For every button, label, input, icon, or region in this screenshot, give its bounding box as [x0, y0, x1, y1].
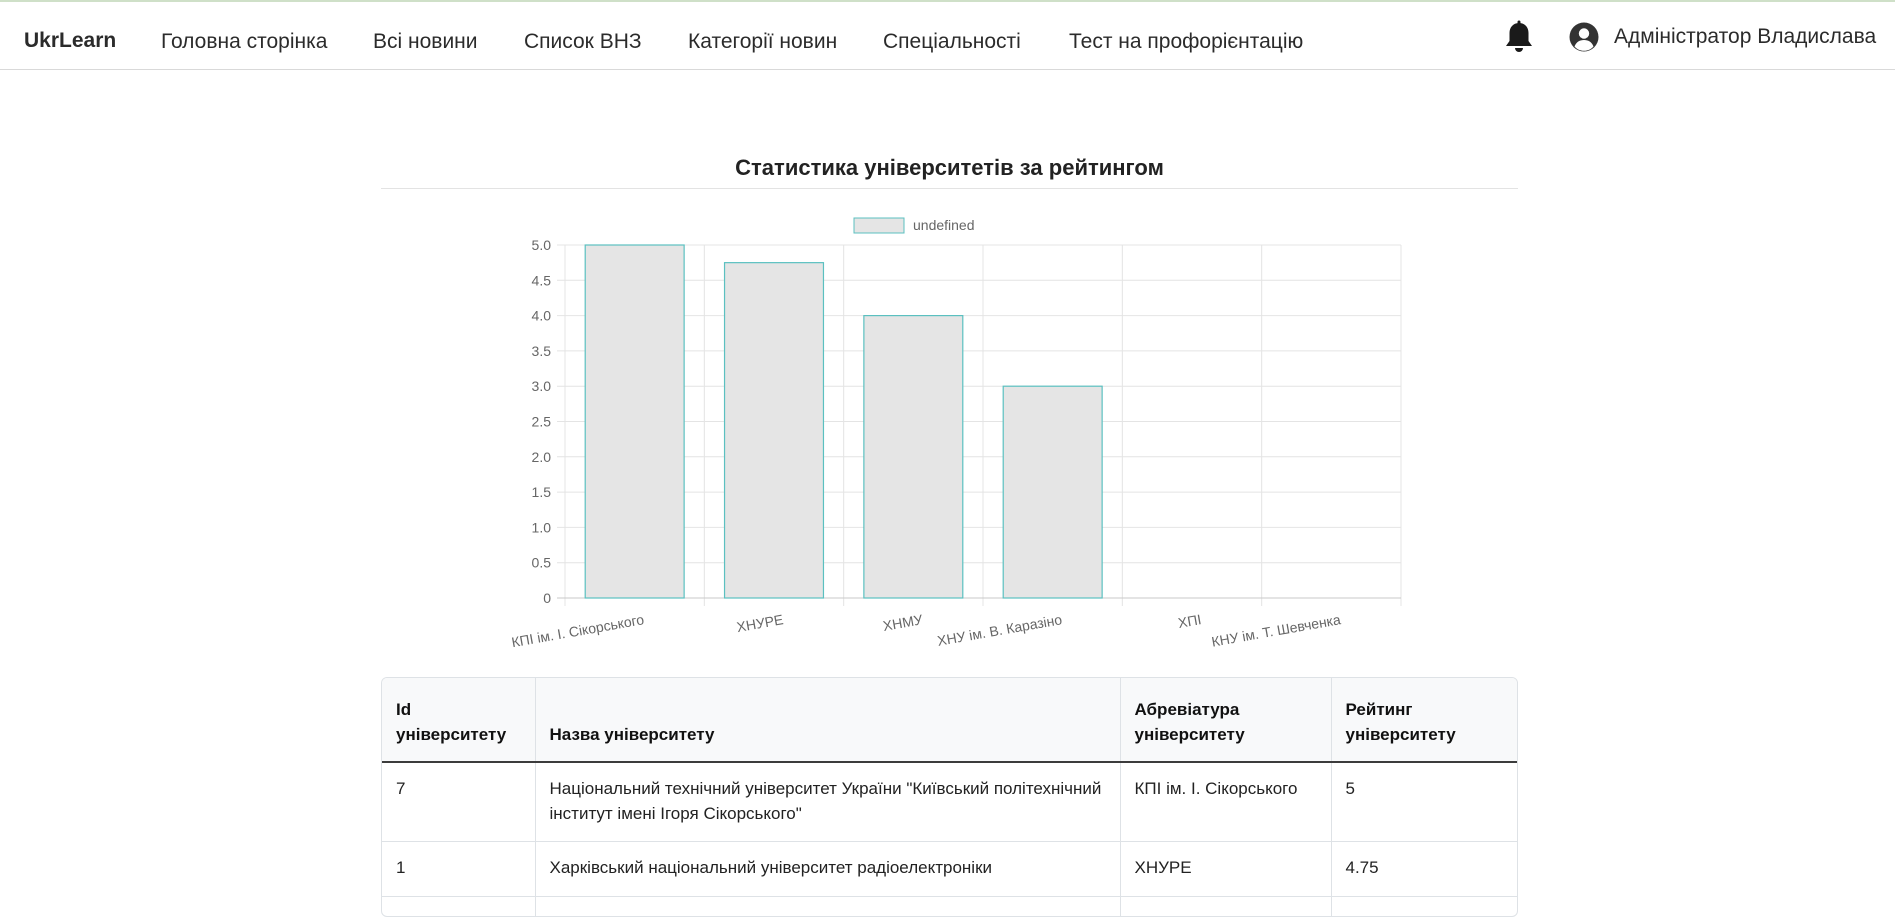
- rating-bar-chart: 5.0 4.5 4.0 3.5 3.0 2.5 2.0 1.5 1.0 0.5 0 КПІ ім. І…: [510, 217, 1402, 650]
- title-divider: [381, 188, 1518, 189]
- table-header-row: Id університету Назва університету Абрев…: [382, 678, 1517, 763]
- x-tick-label: ХНУРЕ: [735, 611, 784, 635]
- brand-logo-link[interactable]: UkrLearn: [24, 29, 116, 53]
- cell-abbreviation: КПІ ім. І. Сікорського: [1120, 762, 1332, 842]
- y-tick-label: 4.5: [532, 272, 552, 288]
- nav-home[interactable]: Головна сторінка: [161, 30, 327, 54]
- bar: [723, 262, 825, 599]
- y-tick-label: 4.0: [532, 308, 552, 324]
- y-tick-label: 1.0: [532, 519, 552, 535]
- page-title: Статистика університетів за рейтингом: [735, 155, 1164, 180]
- nav-all-news[interactable]: Всі новини: [373, 30, 478, 54]
- header-rating[interactable]: Рейтинг університету: [1331, 678, 1517, 763]
- bar: [584, 244, 685, 599]
- cell-rating: [1331, 896, 1517, 916]
- y-tick-label: 1.5: [532, 484, 552, 500]
- table-row[interactable]: [382, 896, 1517, 916]
- x-tick-label: ХНМУ: [882, 611, 924, 634]
- y-tick-label: 3.0: [532, 378, 552, 394]
- nav-universities-list[interactable]: Список ВНЗ: [524, 30, 642, 54]
- nav-news-categories[interactable]: Категорії новин: [688, 30, 837, 54]
- cell-id: 1: [382, 841, 536, 897]
- cell-abbreviation: [1120, 896, 1332, 916]
- y-tick-label: 2.0: [532, 449, 552, 465]
- y-tick-label: 0: [543, 590, 551, 606]
- universities-table-container: Id університету Назва університету Абрев…: [381, 677, 1518, 917]
- universities-table: Id університету Назва університету Абрев…: [382, 678, 1517, 916]
- header-abbreviation[interactable]: Абревіатура університету: [1120, 678, 1332, 763]
- x-tick-label: КНУ ім. Т. Шевченка: [1210, 611, 1342, 650]
- y-tick-label: 2.5: [532, 414, 552, 430]
- y-tick-label: 3.5: [532, 343, 552, 359]
- cell-id: [382, 896, 536, 916]
- nav-career-test[interactable]: Тест на профорієнтацію: [1069, 30, 1303, 54]
- cell-name: Національний технічний університет Украї…: [535, 762, 1121, 842]
- cell-id: 7: [382, 762, 536, 842]
- user-circle-icon: [1569, 22, 1599, 52]
- x-tick-label: КПІ ім. І. Сікорського: [510, 611, 645, 650]
- header-id[interactable]: Id університету: [382, 678, 536, 763]
- nav-specialties[interactable]: Спеціальності: [883, 30, 1021, 54]
- legend-label: undefined: [913, 217, 975, 233]
- y-tick-label: 0.5: [532, 555, 552, 571]
- legend-swatch: [853, 217, 905, 234]
- cell-abbreviation: ХНУРЕ: [1120, 841, 1332, 897]
- user-name: Адміністратор Владислава: [1614, 25, 1877, 48]
- bell-icon[interactable]: [1503, 20, 1535, 56]
- cell-rating: 5: [1331, 762, 1517, 842]
- cell-name: Харківський національний університет рад…: [535, 841, 1121, 897]
- y-tick-label: 5.0: [532, 237, 552, 253]
- bar: [1002, 385, 1103, 599]
- bar: [863, 314, 964, 599]
- table-row[interactable]: 1 Харківський національний університет р…: [382, 841, 1517, 897]
- table-row[interactable]: 7 Національний технічний університет Укр…: [382, 762, 1517, 842]
- cell-name: [535, 896, 1121, 916]
- header-name[interactable]: Назва університету: [535, 678, 1121, 763]
- cell-rating: 4.75: [1331, 841, 1517, 897]
- x-tick-label: ХПІ: [1177, 611, 1203, 631]
- top-navbar: UkrLearn Головна сторінка Всі новини Спи…: [0, 2, 1895, 70]
- x-tick-label: ХНУ ім. В. Каразіно: [936, 611, 1063, 649]
